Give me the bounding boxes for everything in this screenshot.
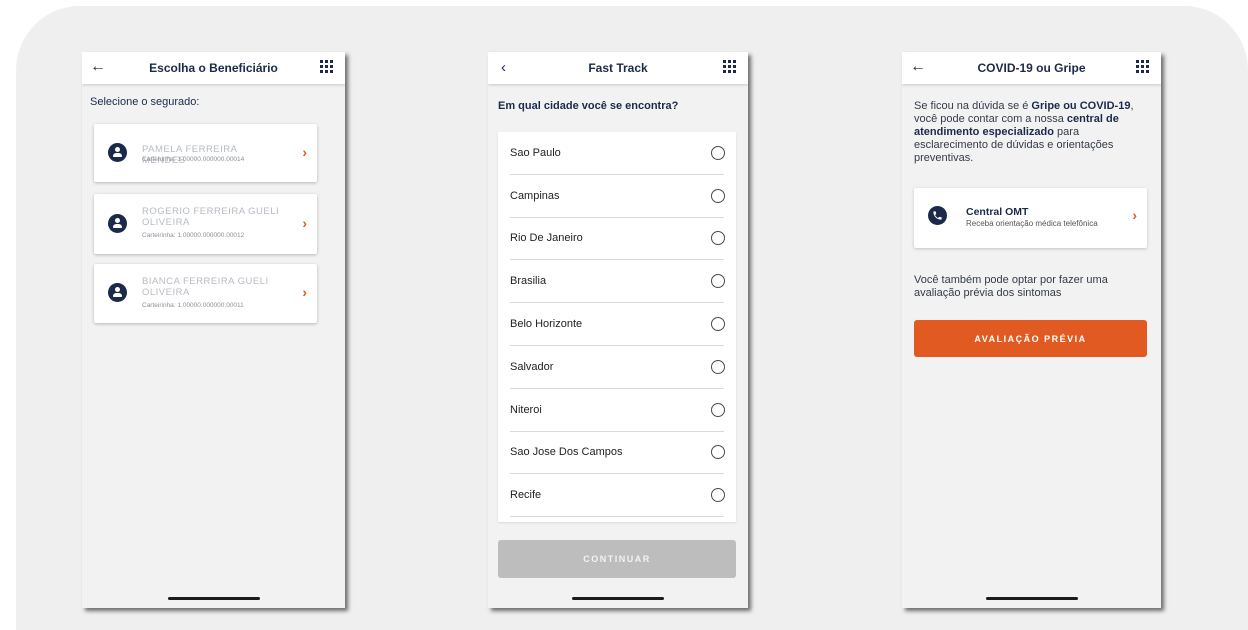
city-label: Recife [510, 489, 542, 502]
beneficiary-card[interactable]: ROGERIO FERREIRA GUELI OLIVEIRA Carteiri… [94, 194, 317, 254]
omt-title: Central OMT [966, 206, 1029, 218]
city-label: Belo Horizonte [510, 318, 583, 331]
top-bar: ← COVID-19 ou Gripe [902, 52, 1161, 84]
city-label: Salvador [510, 360, 554, 373]
city-question: Em qual cidade você se encontra? [498, 100, 679, 112]
continue-button[interactable]: CONTINUAR [498, 540, 736, 578]
city-option[interactable]: Brasilia [510, 260, 725, 304]
radio-button[interactable] [711, 359, 725, 374]
screen-title: Escolha o Beneficiário [149, 61, 278, 75]
home-indicator [985, 597, 1078, 600]
omt-subtitle: Receba orientação médica telefônica [966, 219, 1098, 228]
city-label: Sao Jose Dos Campos [510, 446, 623, 459]
city-option[interactable]: Campinas [510, 175, 725, 218]
city-label: Rio De Janeiro [510, 232, 583, 245]
city-label: Campinas [510, 189, 560, 202]
screen-title: Fast Track [588, 61, 648, 75]
beneficiary-card[interactable]: BIANCA FERREIRA GUELI OLIVEIRA Carteirin… [94, 264, 317, 323]
secondary-text: Você também pode optar por fazer uma ava… [914, 274, 1108, 299]
phone-icon [928, 206, 947, 225]
prior-evaluation-button[interactable]: AVALIAÇÃO PRÉVIA [914, 320, 1147, 357]
chevron-right-icon: › [302, 144, 307, 160]
back-chevron-icon[interactable]: ‹ [501, 59, 506, 76]
beneficiary-card-number: Carteirinha: 1.00000.000000.00012 [142, 232, 245, 239]
radio-button[interactable] [711, 402, 725, 417]
city-label: Brasilia [510, 275, 547, 288]
city-option[interactable]: Rio De Janeiro [510, 218, 725, 261]
radio-button[interactable] [711, 488, 725, 503]
person-icon [108, 143, 127, 162]
beneficiary-card[interactable]: PAMELA FERREIRA MENDES Carteirinha: 1.00… [94, 124, 317, 182]
top-bar: ← Escolha o Beneficiário [82, 52, 345, 84]
apps-grid-icon[interactable] [1136, 60, 1149, 73]
apps-grid-icon[interactable] [320, 60, 333, 73]
screen-choose-beneficiary: ← Escolha o Beneficiário Selecione o seg… [82, 52, 345, 608]
radio-button[interactable] [711, 317, 725, 332]
home-indicator [167, 597, 260, 600]
radio-button[interactable] [711, 445, 725, 460]
beneficiary-name: ROGERIO FERREIRA GUELI OLIVEIRA [142, 206, 280, 228]
screen-covid-or-flu: ← COVID-19 ou Gripe Se ficou na dúvida s… [902, 52, 1161, 608]
city-label: Sao Paulo [510, 146, 561, 159]
city-label: Niteroi [510, 403, 542, 416]
chevron-right-icon: › [302, 284, 307, 300]
person-icon [108, 283, 127, 302]
city-list[interactable]: Sao Paulo Campinas Rio De Janeiro Brasil… [498, 132, 736, 522]
screen-fast-track: ‹ Fast Track Em qual cidade você se enco… [488, 52, 748, 608]
radio-button[interactable] [711, 145, 725, 160]
intro-text: Se ficou na dúvida se é Gripe ou COVID-1… [914, 100, 1134, 164]
central-omt-card[interactable]: Central OMT Receba orientação médica tel… [914, 188, 1147, 248]
beneficiary-card-number: Carteirinha: 1.00000.000000.00014 [142, 156, 245, 163]
top-bar: ‹ Fast Track [488, 52, 748, 84]
chevron-right-icon: › [1132, 207, 1137, 223]
city-option[interactable]: Salvador [510, 346, 725, 389]
apps-grid-icon[interactable] [723, 60, 736, 73]
back-arrow-icon[interactable]: ← [910, 58, 926, 76]
radio-button[interactable] [711, 188, 725, 203]
city-option[interactable]: Recife [510, 474, 725, 518]
screen-title: COVID-19 ou Gripe [977, 61, 1086, 75]
back-arrow-icon[interactable]: ← [90, 58, 106, 76]
beneficiary-name: BIANCA FERREIRA GUELI OLIVEIRA [142, 276, 269, 298]
radio-button[interactable] [711, 231, 725, 246]
city-option[interactable]: Sao Jose Dos Campos [510, 432, 725, 475]
home-indicator [572, 597, 664, 600]
city-option[interactable]: Niteroi [510, 389, 725, 432]
select-insured-label: Selecione o segurado: [90, 96, 200, 108]
city-option[interactable]: Sao Paulo [510, 132, 725, 175]
city-option[interactable]: Belo Horizonte [510, 303, 725, 346]
person-icon [108, 214, 127, 233]
radio-button[interactable] [711, 274, 725, 289]
chevron-right-icon: › [302, 215, 307, 231]
beneficiary-card-number: Carteirinha: 1.00000.000000.00011 [142, 302, 244, 309]
